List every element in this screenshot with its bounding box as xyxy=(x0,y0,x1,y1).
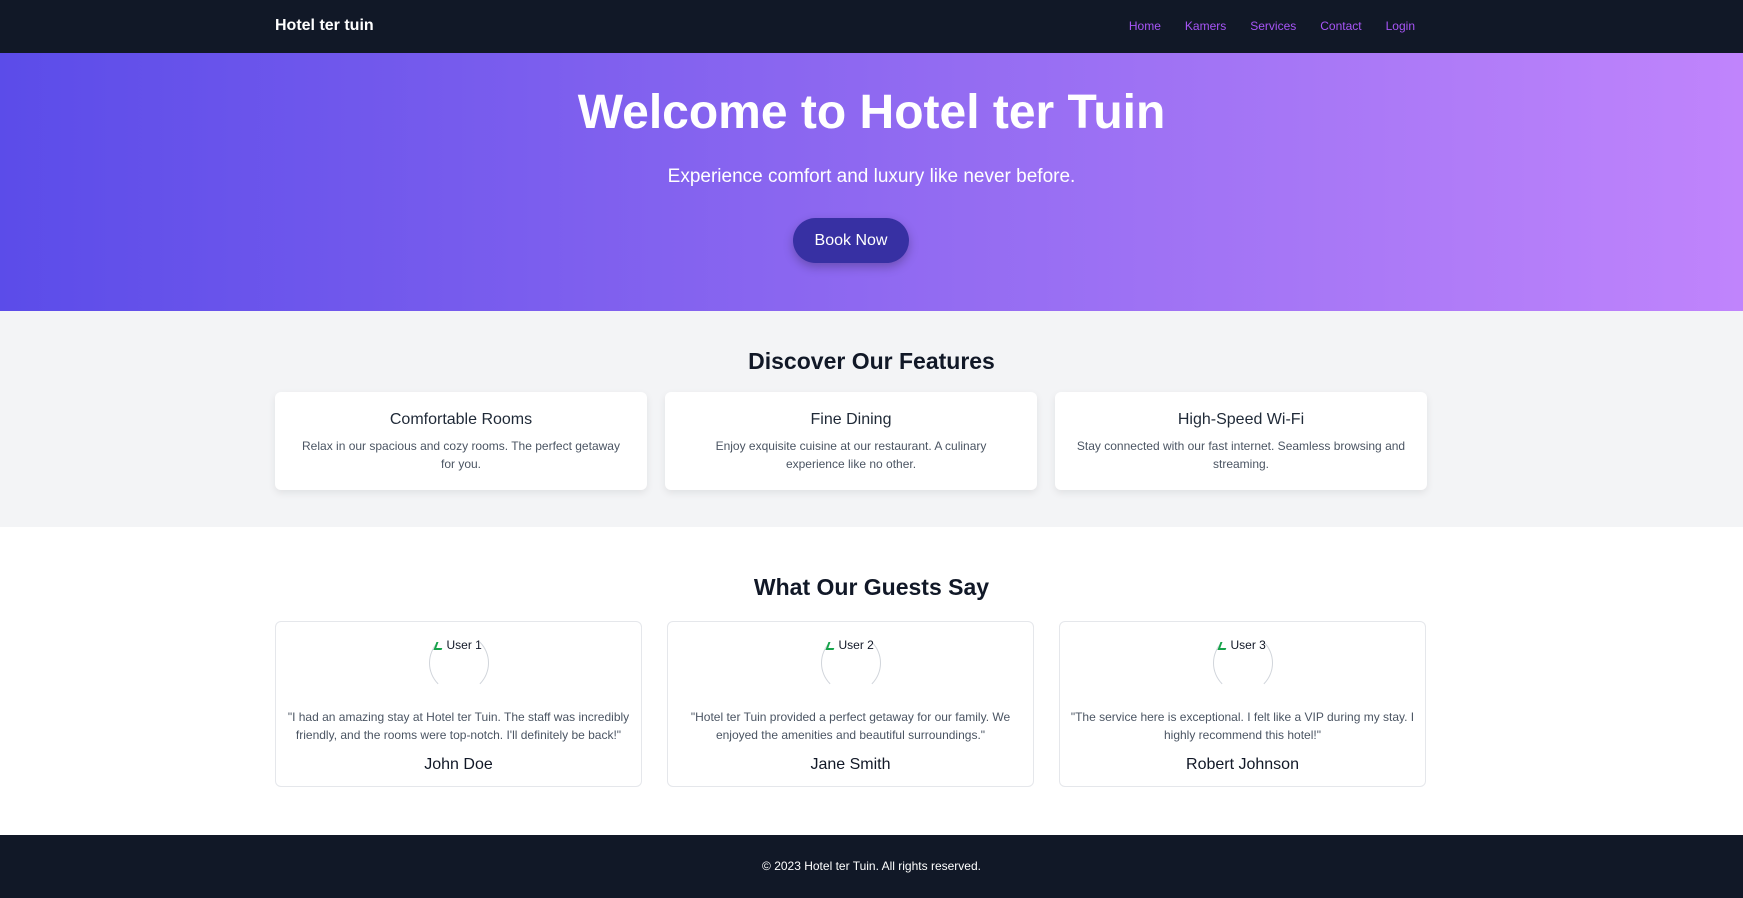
hero-subtitle: Experience comfort and luxury like never… xyxy=(667,166,1076,187)
testimonial-quote: "The service here is exceptional. I felt… xyxy=(1070,710,1415,742)
avatar: User 1 xyxy=(428,633,489,693)
footer: © 2023 Hotel ter Tuin. All rights reserv… xyxy=(0,835,1743,898)
feature-text: Stay connected with our fast internet. S… xyxy=(1076,439,1406,471)
avatar-image: User 1 xyxy=(434,638,482,652)
nav-link-home[interactable]: Home xyxy=(1129,19,1161,33)
testimonial-card: User 2 "Hotel ter Tuin provided a perfec… xyxy=(667,621,1034,787)
feature-card: Comfortable Rooms Relax in our spacious … xyxy=(275,392,647,490)
testimonials-section: What Our Guests Say User 1 "I had an ama… xyxy=(0,527,1743,835)
feature-title: Fine Dining xyxy=(810,411,892,428)
avatar-image: User 2 xyxy=(826,638,874,652)
testimonial-author: Robert Johnson xyxy=(1186,756,1299,773)
hero-title: Welcome to Hotel ter Tuin xyxy=(577,86,1166,139)
testimonial-quote: "Hotel ter Tuin provided a perfect getaw… xyxy=(690,710,1011,742)
avatar-alt-text: User 2 xyxy=(838,638,874,652)
feature-title: Comfortable Rooms xyxy=(389,411,533,428)
feature-title: High-Speed Wi-Fi xyxy=(1177,411,1305,428)
nav-link-contact[interactable]: Contact xyxy=(1320,19,1361,33)
broken-image-icon xyxy=(1218,640,1228,650)
features-section: Discover Our Features Comfortable Rooms … xyxy=(0,311,1743,527)
avatar: User 3 xyxy=(1212,633,1273,693)
testimonial-card: User 3 "The service here is exceptional.… xyxy=(1059,621,1426,787)
avatar-alt-text: User 3 xyxy=(1230,638,1266,652)
book-now-button[interactable]: Book Now xyxy=(793,218,909,263)
testimonial-author: Jane Smith xyxy=(810,756,891,773)
testimonial-cards: User 1 "I had an amazing stay at Hotel t… xyxy=(275,621,1426,787)
feature-text: Enjoy exquisite cuisine at our restauran… xyxy=(715,439,987,471)
nav-link-kamers[interactable]: Kamers xyxy=(1185,19,1226,33)
feature-cards: Comfortable Rooms Relax in our spacious … xyxy=(275,392,1427,490)
footer-copyright: © 2023 Hotel ter Tuin. All rights reserv… xyxy=(762,859,981,873)
feature-text: Relax in our spacious and cozy rooms. Th… xyxy=(302,439,620,471)
nav-links: Home Kamers Services Contact Login xyxy=(1105,19,1415,33)
testimonial-quote: "I had an amazing stay at Hotel ter Tuin… xyxy=(287,710,630,742)
brand-logo[interactable]: Hotel ter tuin xyxy=(275,17,374,35)
avatar: User 2 xyxy=(820,633,881,693)
avatar-alt-text: User 1 xyxy=(446,638,482,652)
features-title: Discover Our Features xyxy=(748,348,995,374)
navbar: Hotel ter tuin Home Kamers Services Cont… xyxy=(0,0,1743,53)
testimonials-title: What Our Guests Say xyxy=(753,574,990,600)
nav-link-login[interactable]: Login xyxy=(1386,19,1415,33)
avatar-image: User 3 xyxy=(1218,638,1266,652)
testimonial-author: John Doe xyxy=(424,756,493,773)
feature-card: High-Speed Wi-Fi Stay connected with our… xyxy=(1055,392,1427,490)
testimonial-card: User 1 "I had an amazing stay at Hotel t… xyxy=(275,621,642,787)
nav-link-services[interactable]: Services xyxy=(1250,19,1296,33)
broken-image-icon xyxy=(826,640,836,650)
hero-section: Welcome to Hotel ter Tuin Experience com… xyxy=(0,53,1743,311)
broken-image-icon xyxy=(434,640,444,650)
feature-card: Fine Dining Enjoy exquisite cuisine at o… xyxy=(665,392,1037,490)
